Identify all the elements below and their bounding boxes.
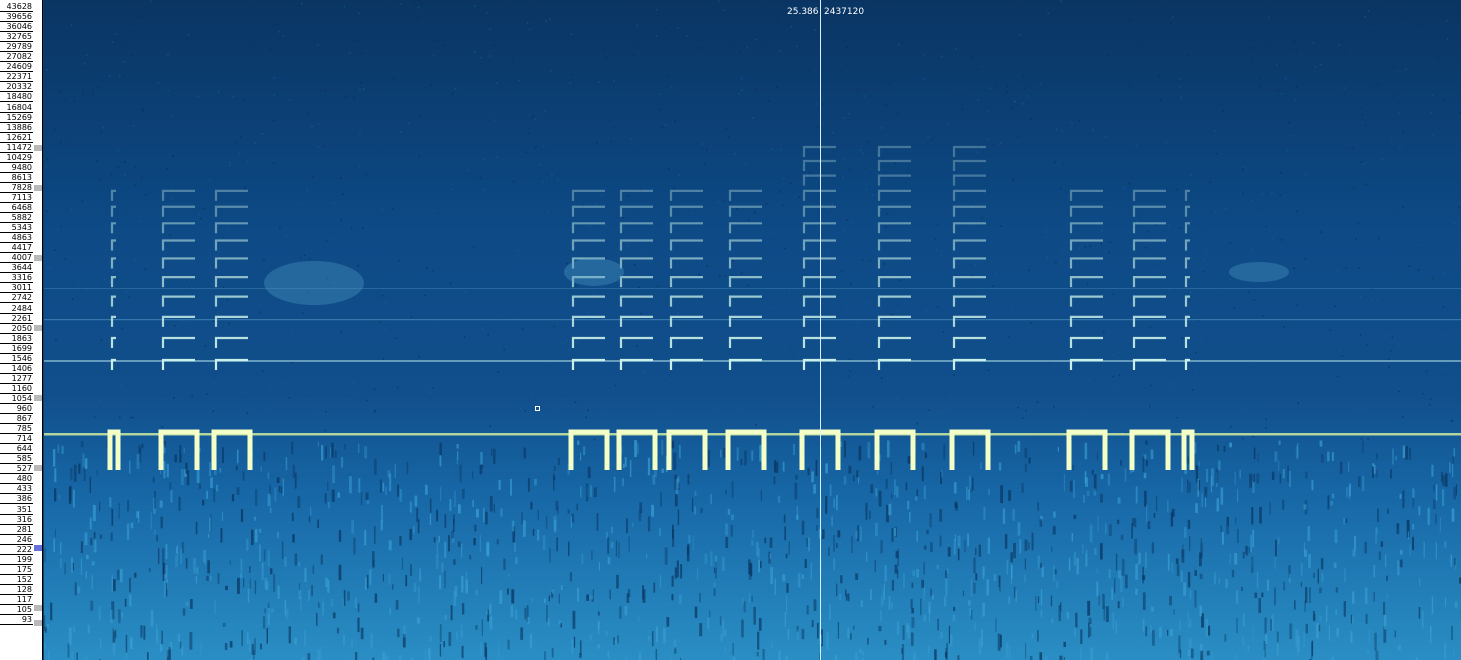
ruler-tick-label: 2050 <box>0 324 33 334</box>
ruler-tick-label: 8613 <box>0 173 33 183</box>
ruler-tick-label: 2261 <box>0 314 33 324</box>
ruler-tick-label: 960 <box>0 404 33 414</box>
ruler-tick-label: 1277 <box>0 374 33 384</box>
ruler-tick-label: 351 <box>0 505 33 515</box>
ruler-tick-label: 585 <box>0 454 33 465</box>
ruler-mark <box>34 325 42 331</box>
ruler-tick-label: 43628 <box>0 2 33 12</box>
ruler-tick-label: 222 <box>0 545 33 555</box>
ruler-tick-label: 246 <box>0 535 33 545</box>
ruler-tick-label: 4007 <box>0 253 33 264</box>
ruler-tick-label: 785 <box>0 424 33 435</box>
ruler-tick-label: 105 <box>0 605 33 615</box>
ruler-tick-label: 128 <box>0 585 33 595</box>
ruler-tick-label: 1406 <box>0 364 33 374</box>
ruler-tick-label: 10429 <box>0 153 33 163</box>
ruler-tick-label: 3316 <box>0 273 33 284</box>
ruler-tick-label: 117 <box>0 595 33 605</box>
ruler-tick-label: 20332 <box>0 82 33 93</box>
noise-blob <box>1229 262 1289 282</box>
ruler-tick-label: 2484 <box>0 304 33 314</box>
ruler-tick-label: 4863 <box>0 233 33 244</box>
ruler-mark <box>34 605 42 611</box>
selection-marker[interactable] <box>535 406 540 411</box>
ruler-tick-label: 714 <box>0 434 33 445</box>
ruler-tick-label: 6468 <box>0 203 33 213</box>
ruler-tick-label: 16804 <box>0 103 33 113</box>
ruler-tick-label: 1160 <box>0 384 33 394</box>
ruler-tick-label: 7113 <box>0 193 33 203</box>
ruler-tick-label: 316 <box>0 515 33 525</box>
ruler-mark <box>34 395 42 401</box>
ruler-tick-label: 24609 <box>0 62 33 73</box>
ruler-tick-label: 386 <box>0 494 33 505</box>
ruler-tick-label: 281 <box>0 525 33 535</box>
ruler-tick-label: 2742 <box>0 293 33 304</box>
ruler-tick-label: 1546 <box>0 354 33 364</box>
ruler-tick-label: 7828 <box>0 183 33 193</box>
ruler-tick-label: 27082 <box>0 52 33 63</box>
ruler-mark <box>34 255 42 261</box>
ruler-tick-label: 480 <box>0 474 33 485</box>
ruler-mark <box>34 145 42 151</box>
ruler-tick-label: 11472 <box>0 143 33 153</box>
ruler-tick-label: 32765 <box>0 32 33 43</box>
frequency-ruler[interactable]: 43628 39656 36046 32765 29789 27082 24609 22371… <box>0 0 43 660</box>
ruler-tick-label: 9480 <box>0 163 33 173</box>
ruler-tick-label: 152 <box>0 575 33 585</box>
ruler-tick-label: 1054 <box>0 394 33 404</box>
spectrogram-canvas[interactable] <box>44 0 1461 660</box>
ruler-tick-label: 3644 <box>0 263 33 274</box>
ruler-tick-label: 5343 <box>0 223 33 234</box>
ruler-tick-label: 15269 <box>0 113 33 123</box>
ruler-tick-label: 433 <box>0 484 33 495</box>
ruler-tick-label: 3011 <box>0 283 33 294</box>
ruler-tick-label: 175 <box>0 565 33 575</box>
ruler-tick-label: 93 <box>0 615 33 626</box>
ruler-tick-label: 867 <box>0 414 33 425</box>
ruler-mark <box>34 465 42 471</box>
ruler-mark <box>34 545 42 551</box>
ruler-tick-label: 644 <box>0 444 33 455</box>
hum-band <box>44 319 1461 321</box>
ruler-tick-label: 18480 <box>0 92 33 103</box>
noise-blob <box>564 258 624 286</box>
ruler-tick-label: 527 <box>0 464 33 475</box>
ruler-tick-label: 1863 <box>0 334 33 344</box>
ruler-tick-label: 13886 <box>0 123 33 133</box>
playback-cursor-line[interactable] <box>820 0 821 660</box>
noise-blob <box>264 261 364 305</box>
ruler-tick-label: 36046 <box>0 22 33 33</box>
ruler-tick-label: 39656 <box>0 12 33 23</box>
ruler-mark <box>34 185 42 191</box>
ruler-tick-label: 12621 <box>0 133 33 143</box>
hum-band <box>44 288 1461 289</box>
ruler-tick-label: 5882 <box>0 213 33 224</box>
ruler-mark <box>34 620 42 626</box>
ruler-tick-label: 29789 <box>0 42 33 53</box>
ruler-tick-label: 22371 <box>0 72 33 83</box>
spectrogram-background <box>44 0 1461 660</box>
ruler-tick-label: 1699 <box>0 344 33 354</box>
ruler-tick-label: 4417 <box>0 243 33 254</box>
ruler-tick-label: 199 <box>0 555 33 565</box>
cursor-sample-readout: 2437120 <box>824 7 865 17</box>
cursor-time-readout: 25.386 <box>787 7 819 17</box>
